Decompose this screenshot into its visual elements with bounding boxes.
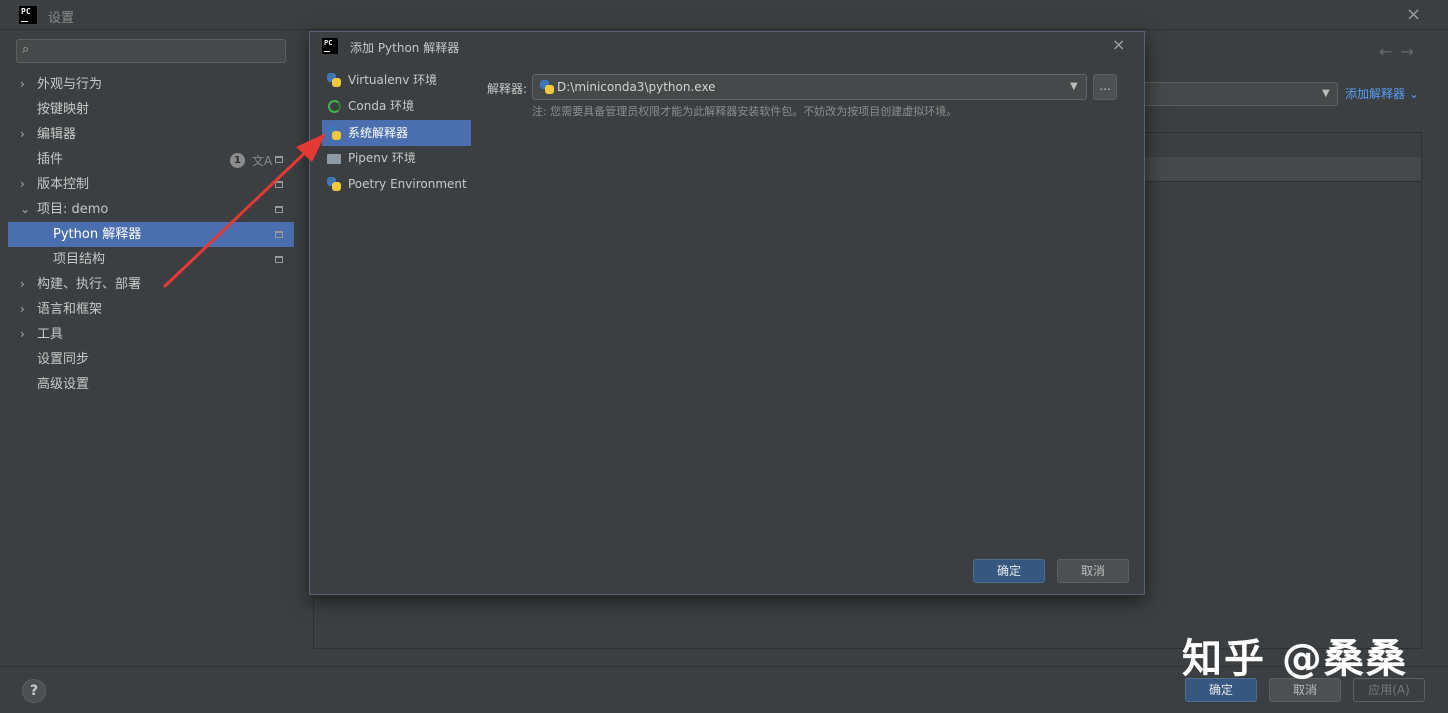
translate-icon: 文A [252,154,273,168]
sidebar-item-tools[interactable]: › 工具 [8,322,294,347]
sidebar-item-label: 按键映射 [37,102,90,117]
window-title: 设置 [48,11,75,26]
add-interpreter-link[interactable]: 添加解释器 ⌄ [1345,85,1419,102]
forward-icon[interactable]: → [1400,42,1421,61]
dialog-title: 添加 Python 解释器 [350,41,460,55]
settings-search-input[interactable] [16,39,286,63]
chevron-down-icon: ▼ [1322,88,1330,99]
env-type-label: Pipenv 环境 [348,151,416,165]
chevron-right-icon: › [20,77,25,91]
project-scope-icon [275,256,283,263]
env-type-system[interactable]: 系统解释器 [322,120,471,146]
sidebar-item-label: 插件 [37,152,64,167]
chevron-right-icon: › [20,127,25,141]
help-button[interactable]: ? [22,679,46,703]
python-icon [327,177,342,192]
add-interpreter-label: 添加解释器 [1345,87,1406,101]
sidebar-item-editor[interactable]: › 编辑器 [8,122,294,147]
pycharm-logo-icon: PC [19,6,37,24]
python-icon [327,73,342,88]
python-icon [540,80,554,94]
sidebar-item-appearance[interactable]: › 外观与行为 [8,72,294,97]
pipenv-icon [327,151,342,166]
chevron-right-icon: › [20,177,25,191]
project-scope-icon [275,156,283,163]
env-type-pipenv[interactable]: Pipenv 环境 [322,145,471,171]
plugins-update-badge: 1 [230,153,245,168]
env-type-label: 系统解释器 [348,126,409,140]
sidebar-item-vcs[interactable]: › 版本控制 [8,172,294,197]
conda-icon [327,99,342,114]
admin-permission-note: 注: 您需要具备管理员权限才能为此解释器安装软件包。不妨改为按项目创建虚拟环境。 [532,105,958,118]
dialog-ok-button[interactable]: 确定 [973,559,1045,583]
env-type-conda[interactable]: Conda 环境 [322,93,471,119]
chevron-right-icon: › [20,327,25,341]
chevron-down-icon: ▼ [1070,81,1078,92]
sidebar-item-advanced[interactable]: 高级设置 [8,372,294,397]
chevron-down-icon: ⌄ [20,202,31,216]
interpreter-field-label: 解释器: [487,82,528,96]
env-type-label: Poetry Environment [348,177,467,191]
project-scope-icon [275,181,283,188]
sidebar-item-label: 版本控制 [37,177,90,192]
project-scope-icon [275,231,283,238]
sidebar-item-label: 语言和框架 [37,302,103,317]
sidebar-item-project-structure[interactable]: 项目结构 [8,247,294,272]
title-bar [0,0,1448,30]
sidebar-item-label: 编辑器 [37,127,77,142]
back-forward-icon[interactable]: ←→ [1379,42,1422,61]
sidebar-item-python-interpreter[interactable]: Python 解释器 [8,222,294,247]
chevron-right-icon: › [20,277,25,291]
sidebar-item-project[interactable]: ⌄ 项目: demo [8,197,294,222]
sidebar-item-languages[interactable]: › 语言和框架 [8,297,294,322]
env-type-label: Virtualenv 环境 [348,73,438,87]
sidebar-item-label: 工具 [37,327,64,342]
dialog-cancel-button[interactable]: 取消 [1057,559,1129,583]
chevron-right-icon: › [20,302,25,316]
env-type-poetry[interactable]: Poetry Environment [322,171,471,197]
browse-button[interactable]: ... [1093,74,1117,100]
dialog-close-icon[interactable]: × [1112,35,1125,54]
sidebar-item-settings-sync[interactable]: 设置同步 [8,347,294,372]
search-icon: ⌕ [22,42,30,57]
python-icon [327,126,342,141]
env-type-label: Conda 环境 [348,99,415,113]
sidebar-item-label: 项目结构 [53,252,106,267]
project-scope-icon [275,206,283,213]
pycharm-logo-icon: PC [322,38,338,54]
zhihu-watermark: 知乎 @桑桑 [1182,636,1408,682]
env-type-virtualenv[interactable]: Virtualenv 环境 [322,67,471,93]
back-icon[interactable]: ← [1379,42,1400,61]
sidebar-item-label: 外观与行为 [37,77,103,92]
sidebar-item-keymap[interactable]: 按键映射 [8,97,294,122]
sidebar-item-label: 高级设置 [37,377,90,392]
interpreter-path-value: D:\miniconda3\python.exe [557,80,716,94]
sidebar-item-label: Python 解释器 [53,227,142,242]
sidebar-item-label: 构建、执行、部署 [37,277,142,292]
window-close-icon[interactable]: × [1406,4,1421,25]
sidebar-item-label: 设置同步 [37,352,90,367]
sidebar-item-build[interactable]: › 构建、执行、部署 [8,272,294,297]
sidebar-item-label: 项目: demo [37,202,109,217]
